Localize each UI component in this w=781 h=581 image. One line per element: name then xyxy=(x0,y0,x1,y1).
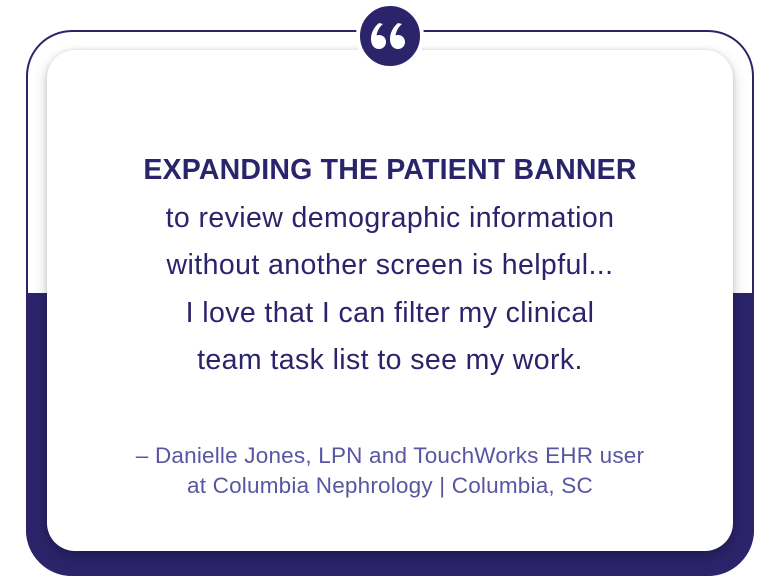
attribution: – Danielle Jones, LPN and TouchWorks EHR… xyxy=(47,441,733,500)
quote-text: EXPANDING THE PATIENT BANNER to review d… xyxy=(47,147,733,385)
quote-badge xyxy=(356,2,424,70)
quotation-mark-icon xyxy=(371,23,405,49)
quote-line: to review demographic information xyxy=(165,201,615,234)
attribution-line: at Columbia Nephrology | Columbia, SC xyxy=(187,472,593,498)
quote-line: I love that I can filter my clinical xyxy=(185,296,595,329)
attribution-line: – Danielle Jones, LPN and TouchWorks EHR… xyxy=(135,443,645,468)
testimonial-graphic: EXPANDING THE PATIENT BANNER to review d… xyxy=(0,0,781,581)
quote-line: team task list to see my work. xyxy=(197,344,583,376)
quote-headline: EXPANDING THE PATIENT BANNER xyxy=(143,154,637,186)
quote-line: without another screen is helpful... xyxy=(166,249,614,281)
